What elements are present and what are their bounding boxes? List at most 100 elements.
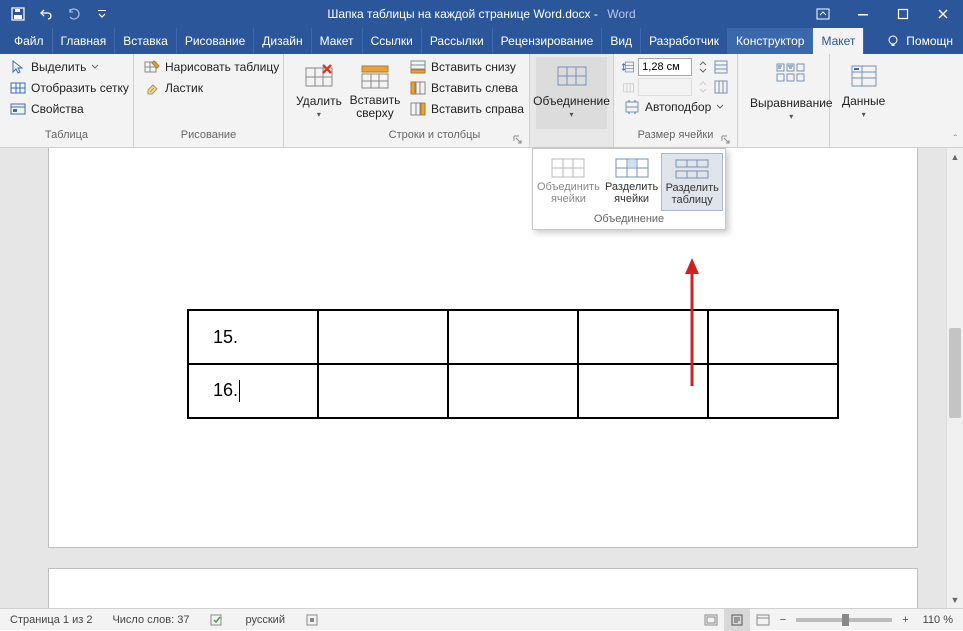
document-area[interactable]: 15. 16. 17. 18. (0, 148, 963, 608)
ribbon-display-options-icon[interactable] (803, 0, 843, 28)
redo-icon[interactable] (60, 0, 88, 28)
view-print-layout-icon[interactable] (724, 609, 750, 631)
insert-right-button[interactable]: Вставить справа (406, 99, 528, 119)
group-label: Размер ячейки (620, 129, 731, 147)
chevron-down-icon (716, 103, 724, 111)
autofit-button[interactable]: Автоподбор (620, 97, 731, 117)
scroll-down-icon[interactable]: ▼ (947, 591, 963, 608)
tab-mailings[interactable]: Рассылки (422, 28, 493, 54)
group-label (744, 129, 823, 147)
select-button[interactable]: Выделить (6, 57, 133, 77)
merge-split-button[interactable]: Объединение ▾ (536, 57, 607, 129)
tab-design[interactable]: Дизайн (254, 28, 311, 54)
scroll-up-icon[interactable]: ▲ (947, 148, 963, 165)
row-height-input[interactable] (638, 58, 692, 76)
cmd-label: Разделить ячейки (604, 181, 660, 205)
table-cell[interactable] (708, 364, 838, 418)
view-web-layout-icon[interactable] (750, 609, 776, 631)
alignment-button[interactable]: Выравнивание ▾ (744, 57, 839, 129)
dialog-launcher-icon[interactable] (721, 135, 731, 145)
tab-view[interactable]: Вид (602, 28, 641, 54)
close-icon[interactable] (923, 0, 963, 28)
split-cells-button[interactable]: Разделить ячейки (602, 153, 662, 211)
insert-above-button[interactable]: Вставить сверху (346, 57, 404, 129)
maximize-icon[interactable] (883, 0, 923, 28)
tab-home[interactable]: Главная (53, 28, 116, 54)
table-cell[interactable] (448, 364, 578, 418)
zoom-slider[interactable] (796, 618, 892, 622)
insert-below-button[interactable]: Вставить снизу (406, 57, 528, 77)
group-alignment: Выравнивание ▾ (738, 54, 830, 147)
table-cell[interactable] (708, 310, 838, 364)
zoom-in-button[interactable]: + (898, 614, 912, 626)
tab-draw[interactable]: Рисование (177, 28, 254, 54)
zoom-knob[interactable] (842, 614, 849, 626)
app-name: Word (607, 7, 635, 21)
table-row[interactable]: 16. (188, 364, 838, 418)
tab-layout[interactable]: Макет (312, 28, 363, 54)
zoom-level[interactable]: 110 % (913, 614, 963, 626)
page-2: 17. 18. (48, 568, 918, 608)
dialog-launcher-icon[interactable] (513, 135, 523, 145)
group-label (536, 129, 607, 147)
status-language[interactable]: русский (236, 614, 295, 626)
tell-me[interactable]: Помощн (876, 28, 963, 54)
view-focus-icon[interactable] (698, 609, 724, 631)
group-label (290, 129, 334, 147)
qat-customize-icon[interactable] (88, 0, 116, 28)
status-spellcheck[interactable] (200, 613, 236, 627)
cmd-label: Объединить ячейки (537, 181, 600, 205)
text-cursor (239, 380, 240, 402)
col-width-input[interactable] (638, 78, 692, 96)
insert-left-button[interactable]: Вставить слева (406, 78, 528, 98)
eraser-icon (144, 80, 160, 96)
distribute-cols-icon[interactable] (713, 78, 729, 96)
properties-icon (10, 101, 26, 117)
tab-review[interactable]: Рецензирование (493, 28, 603, 54)
collapse-ribbon-icon[interactable]: ˆ (954, 134, 957, 145)
vertical-scrollbar[interactable]: ▲ ▼ (946, 148, 963, 608)
status-macro[interactable] (295, 613, 329, 627)
draw-table-button[interactable]: Нарисовать таблицу (140, 57, 283, 77)
chevron-down-icon: ▾ (862, 110, 866, 119)
table-cell[interactable] (448, 310, 578, 364)
ribbon: Выделить Отобразить сетку Свойства Табли… (0, 54, 963, 148)
split-table-icon (674, 158, 710, 180)
table-cell[interactable] (318, 310, 448, 364)
tab-developer[interactable]: Разработчик (641, 28, 728, 54)
tab-table-layout[interactable]: Макет (813, 28, 864, 54)
undo-icon[interactable] (32, 0, 60, 28)
spinner-icon (695, 78, 710, 96)
table-1[interactable]: 15. 16. (187, 309, 839, 419)
group-draw: Нарисовать таблицу Ластик Рисование (134, 54, 284, 147)
tab-file[interactable]: Файл (6, 28, 53, 54)
save-icon[interactable] (4, 0, 32, 28)
scroll-thumb[interactable] (949, 328, 961, 418)
split-table-button[interactable]: Разделить таблицу (661, 153, 723, 211)
table-cell[interactable] (318, 364, 448, 418)
data-button[interactable]: Данные ▾ (836, 57, 891, 129)
cmd-label: Разделить таблицу (664, 182, 720, 206)
minimize-icon[interactable] (843, 0, 883, 28)
group-table: Выделить Отобразить сетку Свойства Табли… (0, 54, 134, 147)
zoom-out-button[interactable]: − (776, 614, 790, 626)
tab-references[interactable]: Ссылки (363, 28, 422, 54)
eraser-button[interactable]: Ластик (140, 78, 283, 98)
status-word-count[interactable]: Число слов: 37 (102, 614, 199, 626)
spellcheck-icon (210, 613, 226, 627)
status-page[interactable]: Страница 1 из 2 (0, 614, 102, 626)
table-row[interactable]: 15. (188, 310, 838, 364)
table-cell[interactable]: 16. (188, 364, 318, 418)
tab-insert[interactable]: Вставка (115, 28, 177, 54)
properties-button[interactable]: Свойства (6, 99, 133, 119)
merge-dropdown: Объединить ячейки Разделить ячейки Разде… (532, 148, 726, 230)
cmd-label: Отобразить сетку (31, 81, 129, 95)
autofit-icon (624, 99, 640, 115)
tab-table-design[interactable]: Конструктор (728, 28, 813, 54)
group-cell-size: Автоподбор Размер ячейки (614, 54, 738, 147)
distribute-rows-icon[interactable] (713, 58, 729, 76)
view-gridlines-button[interactable]: Отобразить сетку (6, 78, 133, 98)
table-cell[interactable]: 15. (188, 310, 318, 364)
group-delete: Удалить ▾ (284, 54, 340, 147)
spinner-icon[interactable] (695, 58, 710, 76)
